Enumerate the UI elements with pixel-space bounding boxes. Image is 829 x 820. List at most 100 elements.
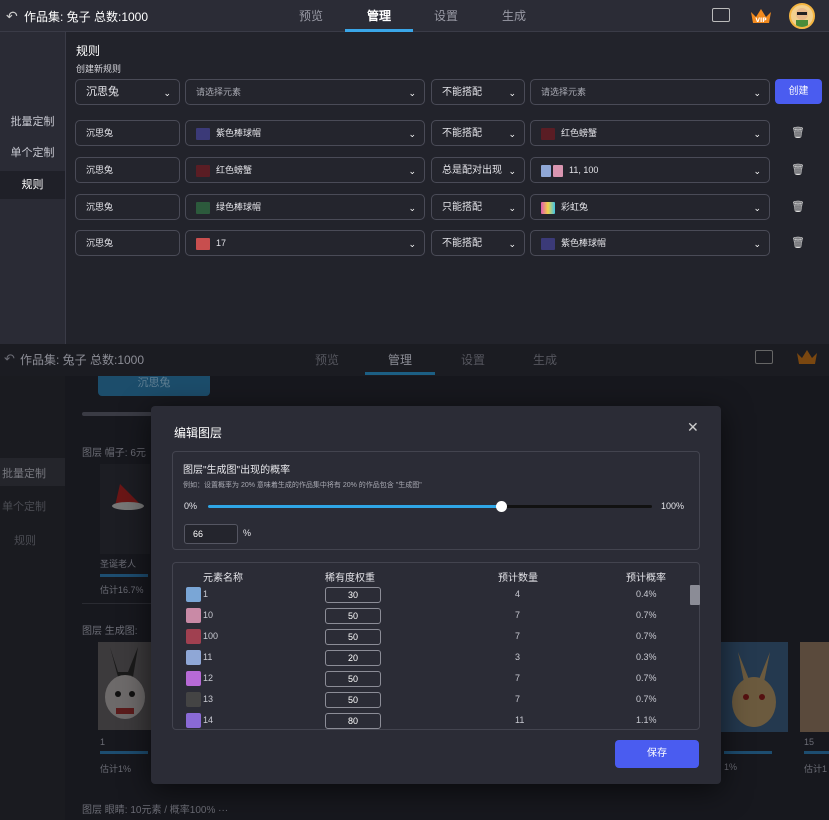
rule-relation-select[interactable]: 只能搭配 ⌄ bbox=[431, 194, 525, 220]
estimated-count: 11 bbox=[515, 715, 525, 725]
estimated-count: 7 bbox=[515, 673, 521, 683]
card-progress bbox=[100, 751, 148, 754]
select-value: 沉思兔 bbox=[86, 165, 114, 175]
tab-settings[interactable]: 设置 bbox=[412, 0, 480, 32]
chevron-down-icon: ⌄ bbox=[408, 166, 416, 176]
element-thumbnail bbox=[186, 629, 201, 644]
rule-target-select[interactable]: 红色螃蟹 ⌄ bbox=[530, 120, 770, 146]
new-rule-relation-select[interactable]: 不能搭配 ⌄ bbox=[431, 79, 525, 105]
column-header-weight: 稀有度权重 bbox=[325, 573, 375, 584]
weight-input[interactable]: 30 bbox=[325, 587, 381, 603]
table-scrollbar[interactable] bbox=[690, 585, 700, 605]
rule-element-select[interactable]: 绿色棒球帽 ⌄ bbox=[185, 194, 425, 220]
layer-chip: 沉思兔 bbox=[98, 376, 210, 396]
new-rule-layer-select[interactable]: 沉思兔 ⌄ bbox=[75, 79, 180, 105]
app-title: 作品集: 兔子 总数:1000 bbox=[24, 10, 149, 24]
estimated-probability: 0.7% bbox=[636, 610, 657, 620]
close-icon[interactable]: ✕ bbox=[687, 419, 699, 436]
tab-manage[interactable]: 管理 bbox=[345, 0, 413, 32]
trash-icon[interactable]: 🗑 bbox=[791, 126, 805, 140]
trash-icon[interactable]: 🗑 bbox=[791, 236, 805, 250]
weight-input[interactable]: 20 bbox=[325, 650, 381, 666]
rule-layer-select[interactable]: 沉思兔 bbox=[75, 157, 180, 183]
create-button[interactable]: 创建 bbox=[775, 79, 822, 104]
back-arrow-icon[interactable]: ↶ bbox=[6, 8, 22, 24]
monitor-icon bbox=[755, 350, 773, 364]
chevron-down-icon: ⌄ bbox=[508, 239, 516, 249]
select-value: 总是配对出现 bbox=[442, 165, 502, 176]
probability-hint: 例如：设置概率为 20% 意味着生成的作品集中将有 20% 的作品包含 "生成图… bbox=[183, 482, 422, 489]
rule-element-select[interactable]: 红色螃蟹 ⌄ bbox=[185, 157, 425, 183]
sidebar-item-rules[interactable]: 规则 bbox=[0, 171, 65, 199]
card-label: 1 bbox=[100, 737, 106, 747]
chevron-down-icon: ⌄ bbox=[753, 239, 761, 249]
tab-preview[interactable]: 预览 bbox=[277, 0, 345, 32]
weight-input[interactable]: 50 bbox=[325, 608, 381, 624]
element-thumbnail bbox=[186, 713, 201, 728]
probability-title: 图层"生成图"出现的概率 bbox=[183, 465, 291, 476]
weight-input[interactable]: 50 bbox=[325, 629, 381, 645]
weight-input[interactable]: 50 bbox=[325, 671, 381, 687]
layer-heading: 图层 生成图: bbox=[82, 626, 138, 637]
new-rule-element-select[interactable]: 请选择元素 ⌄ bbox=[185, 79, 425, 105]
select-value: 绿色棒球帽 bbox=[216, 202, 262, 212]
monitor-icon[interactable] bbox=[712, 8, 730, 22]
column-header-count: 预计数量 bbox=[498, 573, 538, 584]
column-header-name: 元素名称 bbox=[203, 573, 243, 584]
trash-icon[interactable]: 🗑 bbox=[791, 200, 805, 214]
thumbnail bbox=[541, 201, 555, 214]
card-label: 15 bbox=[804, 737, 815, 747]
elements-table bbox=[172, 562, 700, 730]
estimated-probability: 1.1% bbox=[636, 715, 657, 725]
element-name: 12 bbox=[203, 673, 214, 683]
rule-relation-select[interactable]: 不能搭配 ⌄ bbox=[431, 120, 525, 146]
rule-element-select[interactable]: 紫色棒球帽 ⌄ bbox=[185, 120, 425, 146]
chevron-down-icon: ⌄ bbox=[408, 88, 416, 98]
chevron-down-icon: ⌄ bbox=[753, 166, 761, 176]
generated-image-card bbox=[800, 642, 829, 732]
thumbnail bbox=[196, 164, 210, 177]
new-rule-target-select[interactable]: 请选择元素 ⌄ bbox=[530, 79, 770, 105]
page-title: 规则 bbox=[76, 44, 101, 58]
chevron-down-icon: ⌄ bbox=[408, 203, 416, 213]
rule-element-select[interactable]: 17 ⌄ bbox=[185, 230, 425, 256]
svg-text:VIP: VIP bbox=[755, 17, 767, 24]
rule-target-select[interactable]: 紫色棒球帽 ⌄ bbox=[530, 230, 770, 256]
select-value: 红色螃蟹 bbox=[561, 128, 598, 138]
probability-input[interactable]: 66 bbox=[184, 524, 238, 544]
chevron-down-icon: ⌄ bbox=[753, 129, 761, 139]
avatar[interactable] bbox=[789, 3, 815, 29]
weight-input[interactable]: 80 bbox=[325, 713, 381, 729]
thumbnail bbox=[196, 201, 210, 214]
rule-layer-select[interactable]: 沉思兔 bbox=[75, 120, 180, 146]
probability-slider-handle[interactable] bbox=[496, 501, 508, 512]
slider-min-label: 0% bbox=[184, 501, 198, 511]
chevron-down-icon: ⌄ bbox=[408, 129, 416, 139]
select-value: 不能搭配 bbox=[442, 87, 482, 98]
element-thumbnail bbox=[186, 650, 201, 665]
layer-card bbox=[100, 464, 150, 554]
select-value: 11, 100 bbox=[569, 165, 599, 175]
card-estimate: 估计1% bbox=[100, 764, 132, 774]
weight-input[interactable]: 50 bbox=[325, 692, 381, 708]
save-button[interactable]: 保存 bbox=[615, 740, 699, 768]
sidebar-item-single[interactable]: 单个定制 bbox=[0, 139, 65, 167]
generated-image-card bbox=[98, 642, 153, 730]
chevron-down-icon: ⌄ bbox=[508, 129, 516, 139]
vip-crown-icon[interactable]: VIP bbox=[749, 7, 773, 25]
rule-target-select[interactable]: 11, 100 ⌄ bbox=[530, 157, 770, 183]
background-sidebar-item: 单个定制 bbox=[2, 501, 46, 513]
tab-generate[interactable]: 生成 bbox=[480, 0, 548, 32]
rule-layer-select[interactable]: 沉思兔 bbox=[75, 194, 180, 220]
trash-icon[interactable]: 🗑 bbox=[791, 163, 805, 177]
rule-relation-select[interactable]: 总是配对出现 ⌄ bbox=[431, 157, 525, 183]
element-name: 100 bbox=[203, 631, 219, 641]
rule-target-select[interactable]: 彩虹兔 ⌄ bbox=[530, 194, 770, 220]
rule-layer-select[interactable]: 沉思兔 bbox=[75, 230, 180, 256]
rule-relation-select[interactable]: 不能搭配 ⌄ bbox=[431, 230, 525, 256]
element-name: 1 bbox=[203, 589, 209, 599]
select-value: 紫色棒球帽 bbox=[561, 238, 607, 248]
thumbnail bbox=[541, 127, 555, 140]
select-value: 不能搭配 bbox=[442, 128, 482, 139]
sidebar-item-batch[interactable]: 批量定制 bbox=[0, 108, 65, 136]
